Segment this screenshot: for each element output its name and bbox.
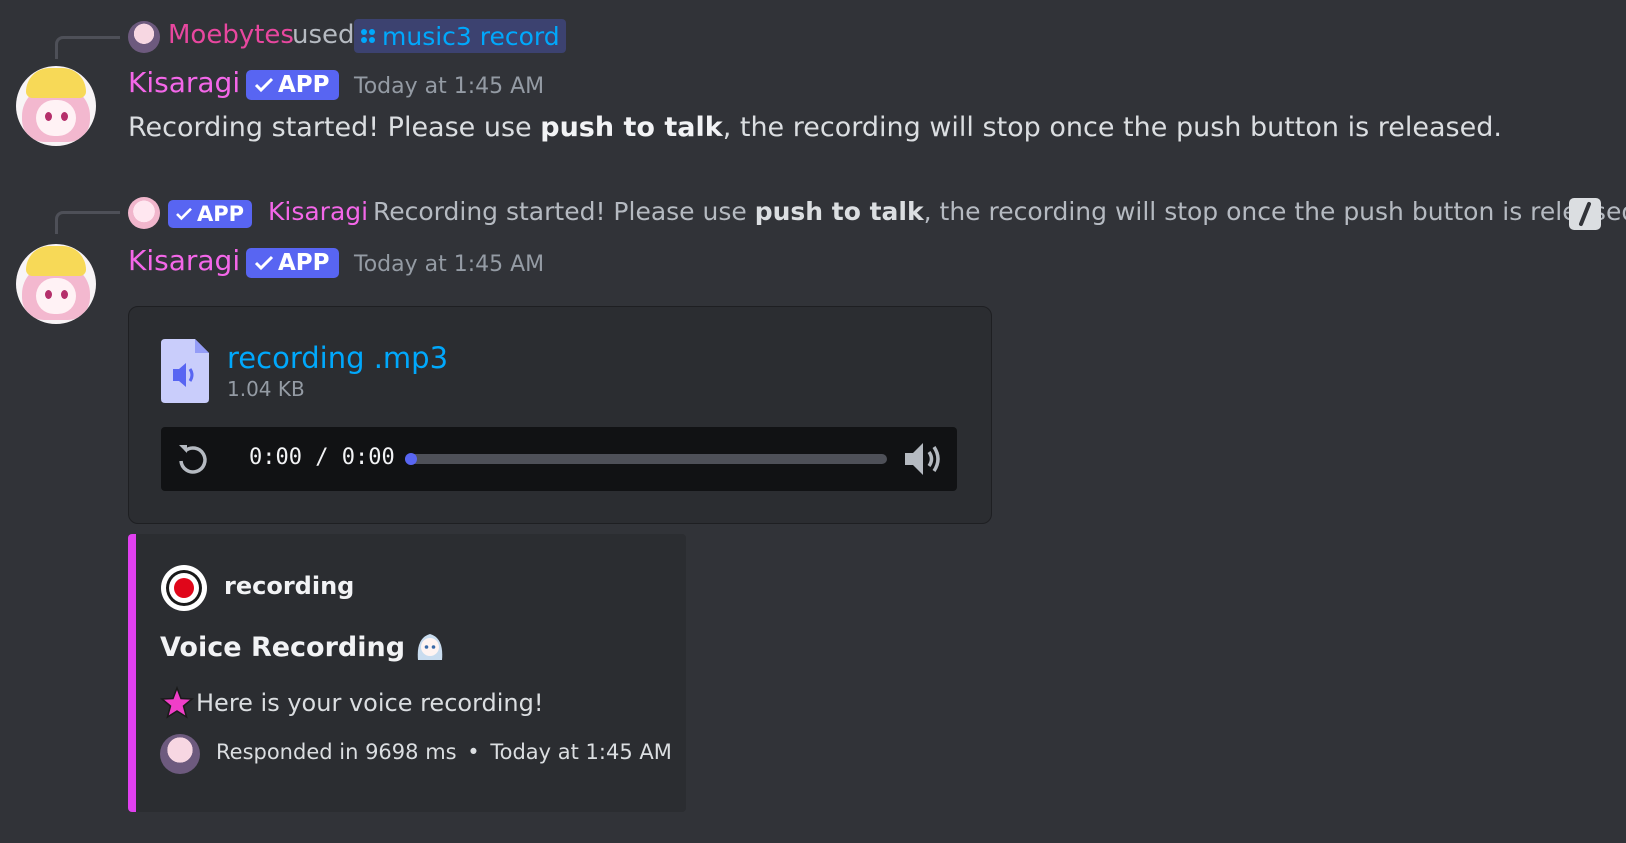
app-badge: APP xyxy=(246,70,339,100)
footer-text: Responded in 9698 ms xyxy=(216,740,457,764)
anime-girl-emoji xyxy=(417,634,443,660)
message-timestamp[interactable]: Today at 1:45 AM xyxy=(354,74,544,99)
embed-description: Here is your voice recording! xyxy=(160,686,543,720)
footer-separator: • xyxy=(467,740,480,764)
app-badge: APP xyxy=(168,200,253,228)
embed-footer: Responded in 9698 ms • Today at 1:45 AM xyxy=(216,740,672,764)
reply-username[interactable]: Moebytes xyxy=(168,20,294,50)
progress-knob[interactable] xyxy=(405,453,417,465)
author-name[interactable]: Kisaragi xyxy=(128,244,240,277)
reply-avatar[interactable] xyxy=(128,21,160,53)
volume-icon[interactable] xyxy=(903,439,945,479)
audio-file-icon xyxy=(161,339,209,403)
replay-icon[interactable] xyxy=(175,441,211,477)
avatar[interactable] xyxy=(16,66,96,146)
audio-player: 0:00 / 0:00 xyxy=(161,427,957,491)
star-emoji xyxy=(160,686,194,719)
reply-preview-text[interactable]: Recording started! Please use push to ta… xyxy=(373,197,1626,226)
message-bold-text: push to talk xyxy=(540,112,723,143)
reply-avatar[interactable] xyxy=(128,197,160,229)
message-text: , the recording will stop once the push … xyxy=(722,112,1502,143)
audio-attachment: recording .mp3 1.04 KB 0:00 / 0:00 xyxy=(128,306,992,524)
verified-check-icon xyxy=(254,77,274,93)
message-timestamp[interactable]: Today at 1:45 AM xyxy=(354,252,544,277)
app-badge-label: APP xyxy=(278,250,330,276)
progress-bar[interactable] xyxy=(405,453,887,465)
attachment-size: 1.04 KB xyxy=(227,377,305,401)
reply-bold-text: push to talk xyxy=(754,197,924,226)
avatar[interactable] xyxy=(16,244,96,324)
slash-command-mention[interactable]: music3 record xyxy=(354,19,566,53)
attachment-filename[interactable]: recording .mp3 xyxy=(227,341,448,375)
author-name[interactable]: Kisaragi xyxy=(128,66,240,99)
message-content: Recording started! Please use push to ta… xyxy=(128,112,1502,143)
reply-author-name[interactable]: Kisaragi xyxy=(268,197,368,226)
embed-description-text: Here is your voice recording! xyxy=(196,689,544,717)
embed-author[interactable]: recording xyxy=(224,572,354,600)
app-badge-label: APP xyxy=(197,202,245,226)
verified-check-icon xyxy=(176,207,192,221)
embed-title: Voice Recording xyxy=(160,630,447,664)
playback-time: 0:00 / 0:00 xyxy=(249,445,395,470)
command-name[interactable]: music3 record xyxy=(382,22,560,51)
apps-icon xyxy=(361,29,375,43)
message-text: Recording started! Please use xyxy=(128,112,541,143)
reply-connector xyxy=(55,211,120,234)
app-badge-label: APP xyxy=(278,72,330,98)
reply-text: Recording started! Please use xyxy=(373,197,755,226)
embed: recording Voice Recording Here is your v… xyxy=(128,534,686,812)
footer-avatar-icon xyxy=(160,734,200,774)
reply-used-text: used xyxy=(292,20,355,50)
slash-command-icon xyxy=(1569,198,1601,230)
embed-title-text: Voice Recording xyxy=(160,631,406,663)
footer-time: Today at 1:45 AM xyxy=(490,740,672,764)
verified-check-icon xyxy=(254,255,274,271)
record-icon xyxy=(161,565,207,611)
app-badge: APP xyxy=(246,248,339,278)
reply-text: , the recording will stop once the push … xyxy=(923,197,1626,226)
reply-connector xyxy=(55,36,120,59)
